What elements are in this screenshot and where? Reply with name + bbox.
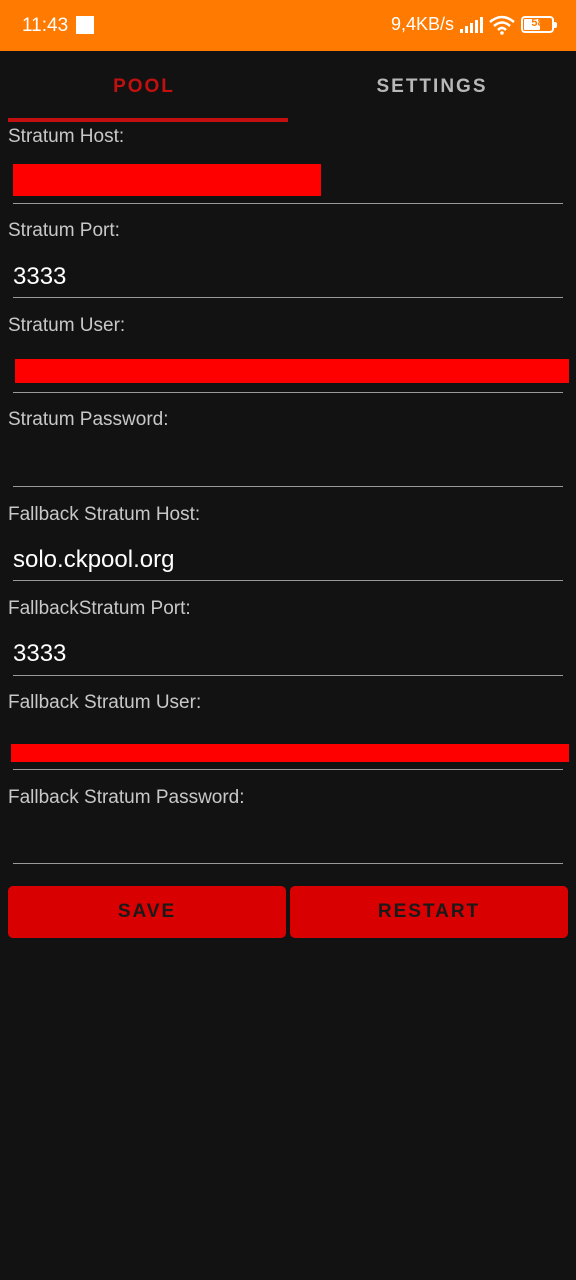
redaction-box — [15, 359, 569, 383]
fallback-port-input[interactable] — [13, 635, 563, 673]
tab-settings[interactable]: SETTINGS — [288, 51, 576, 122]
fallback-host-underline — [13, 580, 563, 581]
fallback-password-label: Fallback Stratum Password: — [8, 787, 245, 808]
stratum-password-label: Stratum Password: — [8, 409, 169, 430]
battery-level: 58 — [531, 17, 544, 29]
stratum-password-underline — [13, 486, 563, 487]
save-button[interactable]: SAVE — [8, 886, 286, 938]
stratum-user-underline — [13, 392, 563, 393]
battery-icon: 58 — [521, 16, 557, 33]
fallback-port-underline — [13, 675, 563, 676]
status-indicators: 9,4KB/s 58 — [390, 14, 557, 35]
status-time: 11:43 — [22, 15, 69, 36]
tab-bar: POOL SETTINGS — [0, 51, 576, 122]
fallback-host-label: Fallback Stratum Host: — [8, 504, 201, 525]
network-speed: 9,4KB/s — [390, 14, 454, 34]
stratum-port-label: Stratum Port: — [8, 220, 120, 241]
fallback-password-underline — [13, 863, 563, 864]
signal-icon — [460, 16, 483, 33]
fallback-port-label: FallbackStratum Port: — [8, 598, 191, 619]
fallback-user-underline — [13, 769, 563, 770]
stratum-user-label: Stratum User: — [8, 315, 126, 336]
stratum-password-input[interactable] — [13, 446, 563, 484]
stratum-host-label: Stratum Host: — [8, 126, 125, 147]
stratum-port-underline — [13, 297, 563, 298]
notification-icon — [76, 16, 94, 34]
stratum-port-input[interactable] — [13, 258, 563, 296]
fallback-password-input[interactable] — [13, 824, 563, 862]
restart-button[interactable]: RESTART — [290, 886, 568, 938]
stratum-host-underline — [13, 203, 563, 204]
active-tab-indicator — [8, 118, 288, 122]
redaction-box — [11, 744, 569, 762]
fallback-user-label: Fallback Stratum User: — [8, 692, 202, 713]
status-bar: 11:43 9,4KB/s 58 — [0, 0, 576, 51]
fallback-host-input[interactable] — [13, 541, 563, 579]
tab-pool[interactable]: POOL — [0, 51, 288, 122]
redaction-box — [13, 164, 321, 196]
wifi-icon — [489, 15, 515, 35]
